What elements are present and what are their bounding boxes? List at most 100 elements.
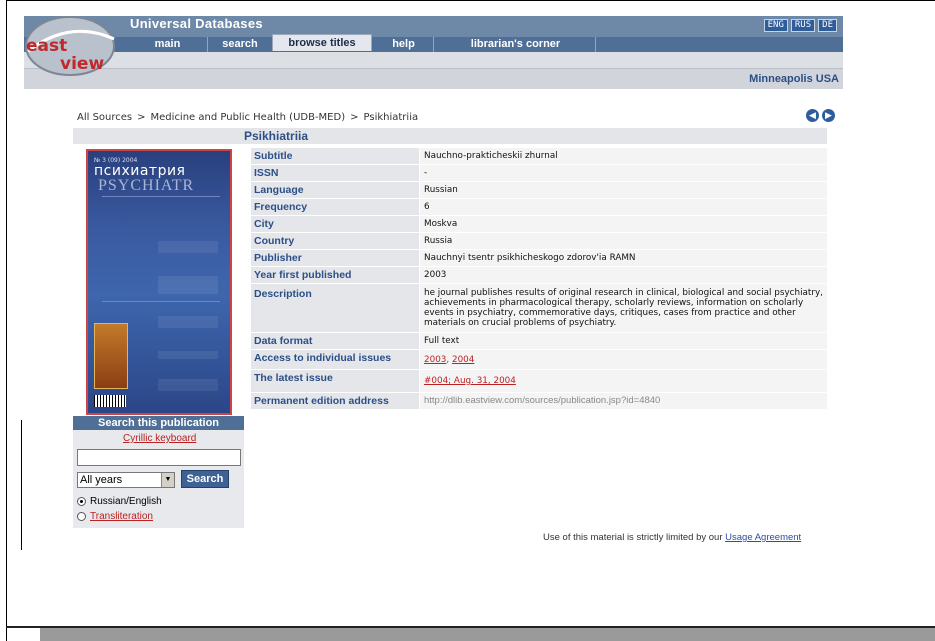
row-value: Moskva	[419, 216, 827, 232]
row-label: City	[251, 216, 419, 232]
issues-links: 2003, 2004	[419, 350, 827, 369]
location-label: Minneapolis USA	[749, 73, 839, 85]
breadcrumb: All Sources > Medicine and Public Health (…	[77, 112, 423, 123]
eastview-logo[interactable]: east view	[24, 15, 120, 77]
left-divider	[21, 420, 22, 550]
tab-main[interactable]: main	[128, 37, 208, 52]
table-row: Data format Full text	[251, 333, 827, 350]
lang-de-button[interactable]: DE	[818, 19, 837, 32]
chevron-down-icon[interactable]: ▼	[161, 473, 174, 487]
cover-blurb	[158, 351, 218, 359]
pager: ◀ ▶	[806, 109, 835, 122]
radio-label: Russian/English	[90, 496, 162, 507]
logo-text-east: east	[26, 36, 67, 56]
logo-text-view: view	[60, 54, 104, 74]
table-row: ISSN -	[251, 165, 827, 182]
cover-subtitle: PSYCHIATR	[98, 177, 195, 194]
permanent-address-value: http://dlib.eastview.com/sources/publica…	[419, 393, 827, 409]
row-value: Russian	[419, 182, 827, 198]
radio-button[interactable]	[77, 497, 86, 506]
row-label: ISSN	[251, 165, 419, 181]
table-row: Year first published 2003	[251, 267, 827, 284]
row-label: Subtitle	[251, 148, 419, 164]
row-value: 2003	[419, 267, 827, 283]
cover-rule	[102, 196, 220, 197]
cover-blurb	[158, 276, 218, 294]
table-row: Country Russia	[251, 233, 827, 250]
row-value: 6	[419, 199, 827, 215]
lang-eng-button[interactable]: ENG	[763, 19, 788, 32]
table-row: Permanent edition address http://dlib.eas…	[251, 393, 827, 410]
breadcrumb-medicine[interactable]: Medicine and Public Health (UDB-MED)	[151, 112, 346, 123]
table-row: Frequency 6	[251, 199, 827, 216]
row-label: Access to individual issues	[251, 350, 419, 369]
tab-search[interactable]: search	[210, 37, 270, 52]
row-label: Permanent edition address	[251, 393, 419, 409]
cover-blurb	[158, 379, 218, 391]
title-bar: Psikhiatriia	[73, 128, 827, 144]
cover-image: № 3 (09) 2004 психиатрия PSYCHIATR	[86, 149, 232, 415]
search-button[interactable]: Search	[181, 470, 229, 488]
row-label: Data format	[251, 333, 419, 349]
publication-search-input[interactable]	[77, 449, 241, 466]
table-row: Access to individual issues 2003, 2004	[251, 350, 827, 370]
tab-browse-titles[interactable]: browse titles	[272, 34, 372, 51]
issue-year-link[interactable]: 2003	[424, 355, 446, 365]
row-value: Nauchnyi tsentr psikhicheskogo zdorov'ia…	[419, 250, 827, 266]
main-nav: main search browse titles help librarian…	[24, 34, 843, 52]
cover-blurb	[158, 316, 218, 328]
cover-artwork	[94, 323, 128, 389]
cyrillic-keyboard-link[interactable]: Cyrillic keyboard	[123, 433, 196, 444]
row-label: Publisher	[251, 250, 419, 266]
usage-notice: Use of this material is strictly limited…	[543, 532, 801, 543]
breadcrumb-current: Psikhiatriia	[363, 112, 419, 123]
transliteration-link[interactable]: Transliteration	[90, 511, 153, 522]
table-row: Publisher Nauchnyi tsentr psikhicheskogo …	[251, 250, 827, 267]
row-label: Frequency	[251, 199, 419, 215]
row-value: Russia	[419, 233, 827, 249]
row-label: Year first published	[251, 267, 419, 283]
cover-rule	[102, 301, 220, 302]
radio-button[interactable]	[77, 512, 86, 521]
description-value: he journal publishes results of original…	[419, 284, 827, 332]
location-bar: Minneapolis USA	[24, 69, 843, 89]
breadcrumb-sep: >	[350, 112, 359, 123]
breadcrumb-all-sources[interactable]: All Sources	[77, 112, 132, 123]
row-value: Full text	[419, 333, 827, 349]
table-row: Language Russian	[251, 182, 827, 199]
status-strip	[40, 628, 935, 641]
usage-agreement-link[interactable]: Usage Agreement	[725, 532, 801, 543]
search-heading: Search this publication	[73, 416, 244, 430]
page-title: Psikhiatriia	[244, 129, 309, 143]
row-value: Nauchno-prakticheskii zhurnal	[419, 148, 827, 164]
row-value: -	[419, 165, 827, 181]
radio-russian-english[interactable]: Russian/English	[77, 496, 162, 507]
language-switcher: ENG RUS DE	[763, 19, 837, 32]
tab-librarians-corner[interactable]: librarian's corner	[436, 37, 596, 52]
next-arrow-icon[interactable]: ▶	[822, 109, 835, 122]
table-row: Subtitle Nauchno-prakticheskii zhurnal	[251, 148, 827, 165]
latest-issue-link[interactable]: #004; Aug. 31, 2004	[424, 376, 516, 386]
table-row: The latest issue #004; Aug. 31, 2004	[251, 370, 827, 393]
radio-transliteration[interactable]: Transliteration	[77, 511, 153, 522]
latest-issue-cell: #004; Aug. 31, 2004	[419, 370, 827, 392]
row-label: The latest issue	[251, 370, 419, 392]
usage-text: Use of this material is strictly limited…	[543, 532, 723, 543]
issue-year-link[interactable]: 2004	[452, 355, 474, 365]
prev-arrow-icon[interactable]: ◀	[806, 109, 819, 122]
cover-blurb	[158, 241, 218, 253]
header-subbar	[24, 52, 843, 69]
barcode	[94, 395, 126, 407]
search-panel: Cyrillic keyboard All years ▼ Search Rus…	[73, 430, 244, 528]
tab-help[interactable]: help	[374, 37, 434, 52]
site-title: Universal Databases	[130, 16, 263, 31]
table-row: Description he journal publishes results …	[251, 284, 827, 333]
year-select[interactable]: All years ▼	[77, 472, 175, 488]
publication-info-table: Subtitle Nauchno-prakticheskii zhurnal IS…	[251, 148, 827, 410]
row-label: Description	[251, 284, 419, 332]
row-label: Language	[251, 182, 419, 198]
lang-rus-button[interactable]: RUS	[790, 19, 816, 32]
breadcrumb-sep: >	[137, 112, 146, 123]
year-select-value: All years	[80, 474, 123, 486]
row-label: Country	[251, 233, 419, 249]
